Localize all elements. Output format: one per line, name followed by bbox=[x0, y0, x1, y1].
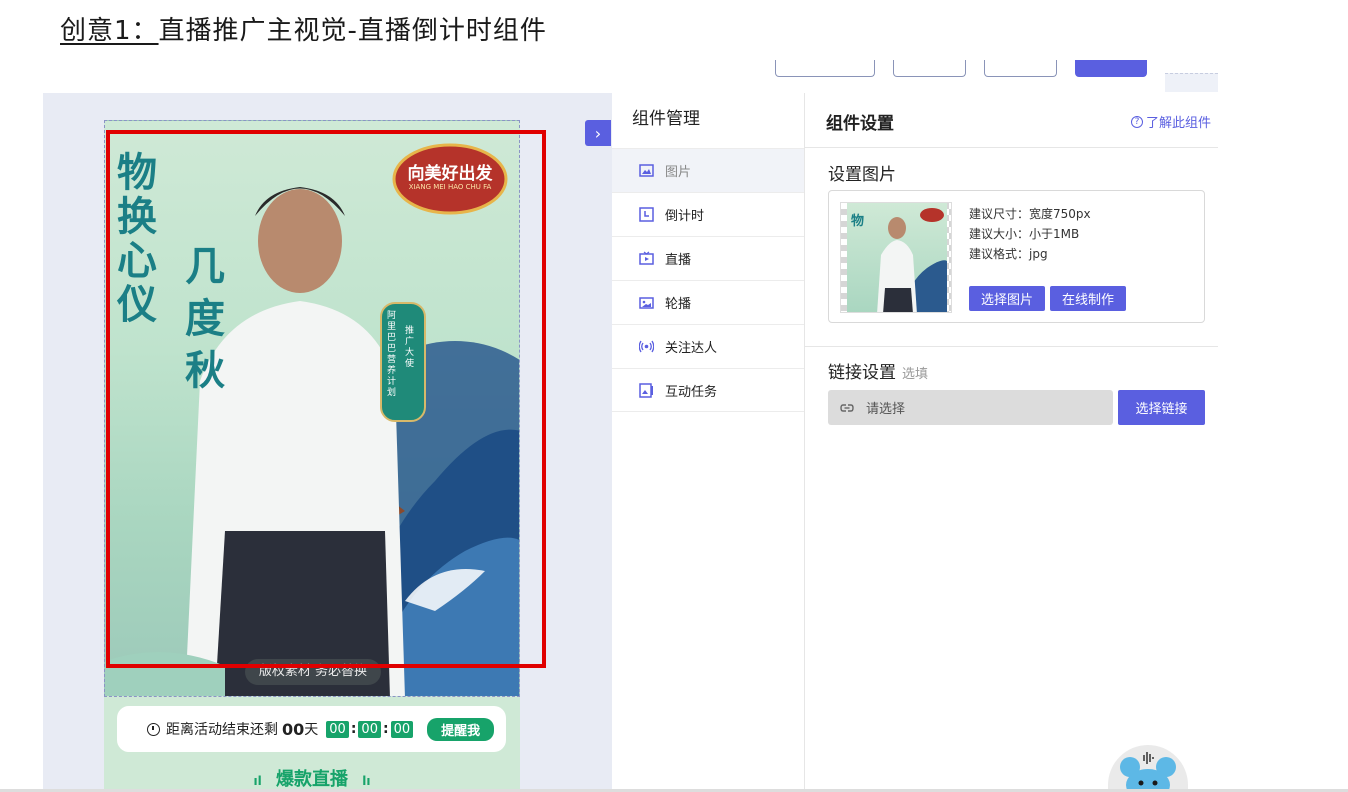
component-item-label: 互动任务 bbox=[665, 384, 718, 400]
link-select-input[interactable]: 请选择 bbox=[828, 390, 1113, 425]
banner-line-1: 阿里巴巴营养计划 bbox=[387, 311, 397, 398]
spec-format: 建议格式：jpg bbox=[969, 247, 1048, 261]
countdown-seconds: 00 bbox=[390, 720, 414, 738]
settings-panel: 组件设置 ? 了解此组件 设置图片 物 建议尺寸：宽度750px 建议大小：小于… bbox=[805, 93, 1218, 792]
component-item-label: 关注达人 bbox=[665, 341, 718, 356]
sound-wave-icon: ıl bbox=[253, 774, 262, 788]
link-placeholder: 请选择 bbox=[866, 402, 906, 417]
choose-image-button[interactable]: 选择图片 bbox=[969, 286, 1045, 311]
component-panel: 组件管理 图片 倒计时 直播 轮播 关注达人 互动任务 bbox=[612, 93, 805, 792]
countdown-icon bbox=[639, 207, 654, 222]
doc-title-prefix: 创意1： bbox=[60, 16, 159, 46]
countdown-separator: : bbox=[350, 721, 357, 737]
toolbar-button-3[interactable] bbox=[984, 60, 1057, 77]
calligraphy-char: 物 bbox=[117, 149, 157, 196]
calligraphy-char: 换 bbox=[117, 193, 157, 240]
countdown-bar: 距离活动结束还剩 00 天 00 : 00 : 00 提醒我 bbox=[117, 706, 506, 752]
settings-title: 组件设置 bbox=[826, 114, 894, 134]
component-item-live[interactable]: 直播 bbox=[612, 236, 804, 280]
component-item-label: 图片 bbox=[665, 165, 692, 180]
calligraphy-char: 仪 bbox=[117, 281, 157, 328]
countdown-separator: : bbox=[382, 721, 389, 737]
live-title-text: 爆款直播 bbox=[276, 769, 348, 790]
thumbnail-artwork: 物 bbox=[847, 203, 947, 312]
page: 创意1：直播推广主视觉-直播倒计时组件 物 换 心 仪 几 度 秋 向美好出发 … bbox=[0, 0, 1348, 792]
live-tv-icon bbox=[639, 251, 654, 265]
component-item-label: 倒计时 bbox=[665, 209, 705, 224]
spec-size: 建议尺寸：宽度750px bbox=[969, 207, 1091, 221]
task-icon bbox=[639, 382, 653, 398]
divider bbox=[805, 147, 1218, 148]
carousel-icon bbox=[639, 297, 654, 309]
learn-component-link[interactable]: ? 了解此组件 bbox=[1130, 112, 1211, 131]
poster-image[interactable]: 物 换 心 仪 几 度 秋 向美好出发 XIANG MEI HAO CHU FA… bbox=[104, 120, 520, 697]
poster-wrapper: 物 换 心 仪 几 度 秋 向美好出发 XIANG MEI HAO CHU FA… bbox=[104, 120, 520, 792]
badge-subtitle: XIANG MEI HAO CHU FA bbox=[408, 183, 492, 191]
collapse-panel-button[interactable]: › bbox=[585, 120, 611, 146]
calligraphy-char: 心 bbox=[117, 237, 157, 284]
toolbar-primary-button[interactable] bbox=[1075, 60, 1147, 77]
toolbar-button-1[interactable] bbox=[775, 60, 875, 77]
learn-component-label: 了解此组件 bbox=[1145, 116, 1211, 131]
chevron-right-icon: › bbox=[594, 123, 602, 143]
countdown-hours: 00 bbox=[326, 720, 349, 738]
calligraphy-char: 秋 bbox=[185, 347, 225, 394]
online-make-button[interactable]: 在线制作 bbox=[1050, 286, 1126, 311]
toolbar-strip bbox=[1165, 73, 1218, 92]
question-icon: ? bbox=[1130, 115, 1143, 128]
thumbnail-poster: 物 bbox=[851, 208, 947, 312]
countdown-section: 距离活动结束还剩 00 天 00 : 00 : 00 提醒我 ıl 爆款直播 l… bbox=[104, 697, 520, 792]
component-item-task[interactable]: 互动任务 bbox=[612, 368, 804, 412]
toolbar-button-2[interactable] bbox=[893, 60, 966, 77]
component-item-carousel[interactable]: 轮播 bbox=[612, 280, 804, 324]
person-head bbox=[258, 189, 342, 293]
component-item-countdown[interactable]: 倒计时 bbox=[612, 192, 804, 236]
link-section-label: 链接设置 bbox=[828, 363, 896, 383]
countdown-label: 距离活动结束还剩 bbox=[166, 722, 278, 738]
calligraphy-char: 度 bbox=[185, 295, 225, 342]
component-item-image[interactable]: 图片 bbox=[612, 148, 804, 192]
live-title: ıl 爆款直播 lı bbox=[104, 765, 520, 791]
component-item-label: 直播 bbox=[665, 253, 692, 268]
copyright-overlay: 版权素材 务必替换 bbox=[245, 659, 381, 685]
calligraphy-right: 几 度 秋 bbox=[185, 241, 235, 397]
link-optional-label: 选填 bbox=[902, 367, 929, 382]
doc-title: 创意1：直播推广主视觉-直播倒计时组件 bbox=[60, 10, 547, 47]
image-thumbnail[interactable]: 物 bbox=[840, 202, 952, 313]
sound-wave-icon: lı bbox=[362, 774, 371, 788]
clock-icon bbox=[147, 722, 160, 736]
link-icon bbox=[840, 403, 854, 412]
spec-filesize: 建议大小：小于1MB bbox=[969, 227, 1080, 241]
doc-title-main: 直播推广主视觉-直播倒计时组件 bbox=[158, 16, 547, 46]
banner-line-2: 推广大使 bbox=[405, 326, 415, 369]
image-icon bbox=[639, 164, 654, 177]
component-item-follow[interactable]: 关注达人 bbox=[612, 324, 804, 368]
countdown-days-unit: 天 bbox=[304, 722, 319, 738]
image-upload-card: 物 建议尺寸：宽度750px 建议大小：小于1MB 建议格式：jpg 选择图片 … bbox=[828, 190, 1205, 323]
badge-title: 向美好出发 bbox=[407, 164, 493, 184]
broadcast-icon bbox=[639, 340, 654, 353]
preview-canvas: 物 换 心 仪 几 度 秋 向美好出发 XIANG MEI HAO CHU FA… bbox=[43, 93, 612, 792]
choose-link-button[interactable]: 选择链接 bbox=[1118, 390, 1205, 425]
thumbnail-calligraphy: 物 bbox=[851, 213, 864, 229]
countdown-minutes: 00 bbox=[358, 720, 381, 738]
link-section-title: 链接设置 选填 bbox=[828, 358, 928, 383]
countdown-days: 00 bbox=[282, 719, 305, 739]
divider bbox=[805, 346, 1218, 347]
calligraphy-left: 物 换 心 仪 bbox=[117, 151, 187, 327]
remind-me-button[interactable]: 提醒我 bbox=[427, 717, 495, 741]
calligraphy-char: 几 bbox=[185, 243, 225, 290]
component-panel-title: 组件管理 bbox=[632, 109, 700, 129]
image-section-title: 设置图片 bbox=[828, 165, 896, 185]
component-item-label: 轮播 bbox=[665, 297, 692, 312]
